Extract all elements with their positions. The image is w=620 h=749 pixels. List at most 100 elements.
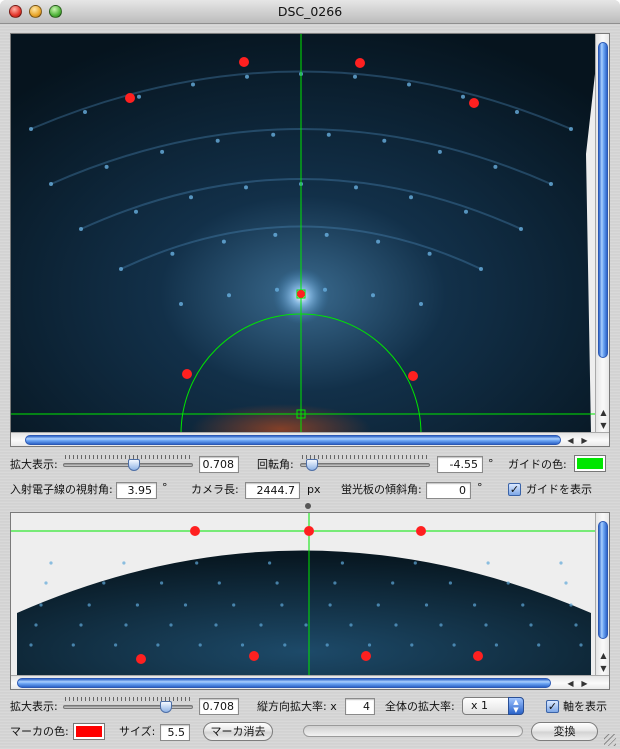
converted-spot <box>29 643 33 647</box>
marker[interactable] <box>304 526 314 536</box>
converted-spot <box>448 581 452 585</box>
marker[interactable] <box>408 371 418 381</box>
slider-track <box>63 705 193 709</box>
diffraction-image-view[interactable]: ▲ ▼ ◀ ▶ <box>10 33 610 447</box>
converted-spot <box>328 603 332 607</box>
screen-tilt-field[interactable]: 0 <box>426 482 471 499</box>
scroll-right-arrow-icon[interactable]: ▶ <box>578 434 591 446</box>
converted-spot <box>232 603 236 607</box>
converted-spot <box>195 561 199 565</box>
show-guide-checkbox[interactable]: ✓ <box>508 483 521 496</box>
diffraction-spot <box>353 74 357 79</box>
clear-markers-button[interactable]: マーカ消去 <box>203 722 273 741</box>
overall-scale-selected: x 1 <box>471 699 489 712</box>
top-zoom-label: 拡大表示: <box>10 458 58 471</box>
converted-spot <box>304 623 308 627</box>
marker[interactable] <box>136 654 146 664</box>
diffraction-spot <box>407 82 411 87</box>
marker[interactable] <box>239 57 249 67</box>
marker[interactable] <box>469 98 479 108</box>
diffraction-spot <box>221 239 226 244</box>
converted-spot <box>183 603 188 607</box>
marker[interactable] <box>125 93 135 103</box>
converted-spot <box>367 643 372 647</box>
bottom-horizontal-scroll-thumb[interactable] <box>17 678 551 688</box>
slider-knob[interactable] <box>128 459 140 471</box>
diffraction-spot <box>104 164 109 169</box>
splitter-handle-icon[interactable] <box>305 503 311 509</box>
converted-spot <box>349 623 353 627</box>
zoom-window-button[interactable] <box>49 5 62 18</box>
rotation-label: 回転角: <box>257 458 294 471</box>
marker[interactable] <box>355 58 365 68</box>
rotation-slider[interactable] <box>300 455 430 471</box>
converted-spot <box>259 623 263 627</box>
glancing-angle-field[interactable]: 3.95 <box>116 482 157 499</box>
scroll-left-arrow-icon[interactable]: ◀ <box>564 434 577 446</box>
marker-color-well[interactable] <box>73 723 105 740</box>
bottom-vertical-scrollbar[interactable]: ▲ ▼ <box>595 513 609 677</box>
converted-spot <box>156 643 160 647</box>
marker-color-swatch <box>76 726 102 737</box>
top-zoom-value-field[interactable]: 0.708 <box>199 456 239 473</box>
show-axes-label: 軸を表示 <box>563 700 607 713</box>
marker-size-field[interactable]: 5.5 <box>160 724 190 741</box>
converted-spot <box>521 603 525 607</box>
converted-image[interactable] <box>11 513 595 677</box>
converted-spot <box>394 623 398 627</box>
converted-image-view[interactable]: ▲ ▼ ◀ ▶ <box>10 512 610 690</box>
converted-spot <box>34 623 38 627</box>
popup-arrows-icon: ▲ ▼ <box>508 697 524 715</box>
top-horizontal-scrollbar[interactable]: ◀ ▶ <box>11 432 609 446</box>
vertical-scale-field[interactable]: 4 <box>345 698 375 715</box>
diffraction-spot <box>419 302 423 306</box>
converted-spot <box>529 623 533 627</box>
resize-grip-icon[interactable] <box>604 734 616 746</box>
diffraction-image[interactable] <box>11 34 595 434</box>
diffraction-spot <box>271 132 276 137</box>
marker[interactable] <box>416 526 426 536</box>
bottom-zoom-value-field[interactable]: 0.708 <box>199 698 239 715</box>
marker[interactable] <box>473 651 483 661</box>
glancing-angle-unit: ° <box>162 481 168 494</box>
camera-length-field[interactable]: 2444.7 <box>245 482 300 499</box>
converted-spot <box>537 643 541 647</box>
converted-spot <box>376 603 380 607</box>
bottom-horizontal-scrollbar[interactable]: ◀ ▶ <box>11 675 609 689</box>
scroll-right-arrow-icon[interactable]: ▶ <box>578 677 591 689</box>
scroll-down-arrow-icon[interactable]: ▼ <box>597 419 609 432</box>
scroll-left-arrow-icon[interactable]: ◀ <box>564 677 577 689</box>
top-vertical-scroll-thumb[interactable] <box>598 42 608 358</box>
slider-knob[interactable] <box>306 459 318 471</box>
converted-spot <box>413 561 417 565</box>
convert-button[interactable]: 変換 <box>531 722 598 741</box>
marker[interactable] <box>190 526 200 536</box>
overall-scale-popup[interactable]: x 1 ▲ ▼ <box>462 697 524 715</box>
scroll-up-arrow-icon[interactable]: ▲ <box>597 649 609 662</box>
guide-color-well[interactable] <box>574 455 606 472</box>
rotation-value-field[interactable]: -4.55 <box>437 456 483 473</box>
slider-knob[interactable] <box>160 701 172 713</box>
top-horizontal-scroll-thumb[interactable] <box>25 435 561 445</box>
top-vertical-scrollbar[interactable]: ▲ ▼ <box>595 34 609 434</box>
bottom-vertical-scroll-thumb[interactable] <box>598 521 608 639</box>
scroll-up-arrow-icon[interactable]: ▲ <box>597 406 609 419</box>
show-axes-checkbox[interactable]: ✓ <box>546 700 559 713</box>
marker[interactable] <box>249 651 259 661</box>
rotation-unit: ° <box>488 457 494 470</box>
converted-spot <box>160 581 164 585</box>
marker[interactable] <box>297 290 305 298</box>
diffraction-spot <box>245 74 249 79</box>
bottom-zoom-slider[interactable] <box>63 697 193 713</box>
marker[interactable] <box>182 369 192 379</box>
top-zoom-slider[interactable] <box>63 455 193 471</box>
progress-bar <box>303 725 523 737</box>
close-window-button[interactable] <box>9 5 22 18</box>
diffraction-spot <box>79 227 83 231</box>
converted-spot <box>39 603 43 607</box>
minimize-window-button[interactable] <box>29 5 42 18</box>
diffraction-spot <box>189 195 193 200</box>
glancing-angle-label: 入射電子線の視射角: <box>10 483 113 496</box>
scroll-down-arrow-icon[interactable]: ▼ <box>597 662 609 675</box>
marker[interactable] <box>361 651 371 661</box>
